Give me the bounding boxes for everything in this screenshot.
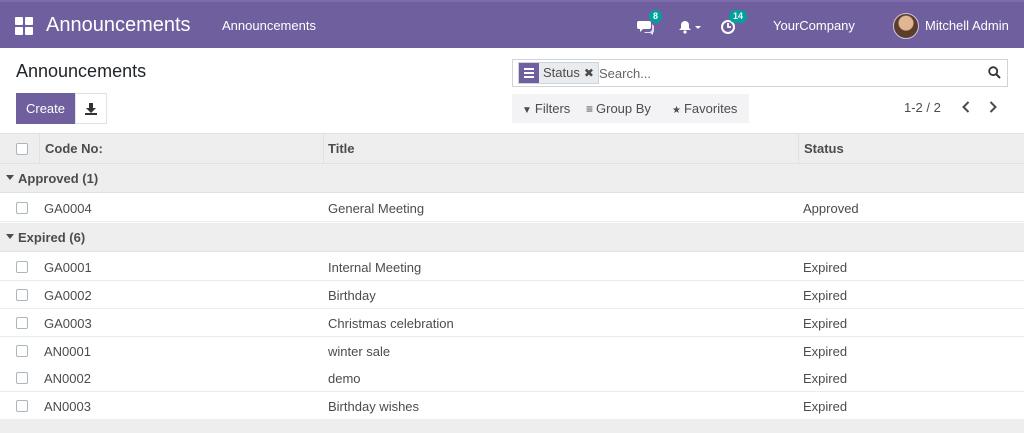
search-icon[interactable] [988,66,1001,79]
pager-value[interactable]: 1-2 / 2 [904,100,941,115]
cell-title: demo [328,371,361,386]
cell-code: GA0004 [44,201,92,216]
table-row[interactable]: GA0002 Birthday Expired [0,281,1024,309]
export-button[interactable] [75,93,107,124]
group-label: Approved (1) [18,171,99,186]
search-bar: Status ✖ [512,59,1008,87]
page-title: Announcements [16,61,147,81]
group-by-label: Group By [596,101,651,116]
download-icon [85,102,97,115]
create-button[interactable]: Create [16,93,75,124]
cell-status: Expired [803,316,848,331]
cell-title: Birthday [328,288,376,303]
messages-count-badge: 8 [649,10,663,23]
column-divider [323,134,324,164]
favorites-dropdown[interactable]: ★ Favorites [672,101,737,116]
filter-icon: ▼ [522,105,532,116]
cell-code: GA0001 [44,260,92,275]
apps-menu-icon[interactable] [15,17,33,35]
row-checkbox[interactable] [16,202,28,214]
table-row[interactable]: GA0003 Christmas celebration Expired [0,309,1024,337]
facet-label: Status [543,65,580,80]
row-checkbox[interactable] [16,400,28,412]
chevron-right-icon [989,101,997,113]
row-checkbox[interactable] [16,261,28,273]
table-row[interactable]: GA0004 General Meeting Approved [0,194,1024,222]
cell-status: Expired [803,344,848,359]
caret-down-icon [6,175,14,180]
row-checkbox[interactable] [16,372,28,384]
cell-status: Expired [803,260,848,275]
column-header-status[interactable]: Status [804,141,844,156]
table-row[interactable]: AN0003 Birthday wishes Expired [0,392,1024,420]
user-menu[interactable]: Mitchell Admin [925,18,1009,33]
pager-next-button[interactable] [985,98,1001,116]
row-checkbox[interactable] [16,317,28,329]
column-divider [798,134,799,164]
column-header-title[interactable]: Title [328,141,355,156]
status-facet[interactable]: Status ✖ [518,62,599,84]
cell-code: GA0003 [44,316,92,331]
company-switcher[interactable]: YourCompany [773,18,855,33]
facet-remove-icon[interactable]: ✖ [584,63,598,83]
cell-status: Expired [803,371,848,386]
group-row-expired[interactable]: Expired (6) [0,223,1024,252]
row-checkbox[interactable] [16,289,28,301]
cell-status: Expired [803,288,848,303]
top-navbar: Announcements Announcements 8 14 YourCom… [0,0,1024,48]
select-all-checkbox[interactable] [16,143,28,155]
column-divider [39,134,40,164]
cell-title: Internal Meeting [328,260,422,275]
chevron-left-icon [962,101,970,113]
group-by-icon [519,63,539,83]
table-header: Code No: Title Status [0,133,1024,164]
app-title: Announcements [46,14,191,36]
table-row[interactable]: AN0001 winter sale Expired [0,337,1024,365]
cell-code: AN0003 [44,399,91,414]
cell-title: winter sale [328,344,391,359]
cell-title: Christmas celebration [328,316,454,331]
cell-code: AN0002 [44,371,91,386]
search-options: ▼ Filters ≡ Group By ★ Favorites [512,94,749,123]
activities-count-badge: 14 [729,10,748,23]
user-avatar[interactable] [893,13,919,39]
star-icon: ★ [672,105,681,116]
cell-code: GA0002 [44,288,92,303]
filters-label: Filters [534,101,571,116]
cell-title: Birthday wishes [328,399,420,414]
cell-status: Expired [803,399,848,414]
caret-down-icon [6,234,14,239]
group-label: Expired (6) [18,230,86,245]
list-icon: ≡ [586,102,594,116]
bell-icon [679,21,701,34]
filters-dropdown[interactable]: ▼ Filters [522,101,570,116]
pager-previous-button[interactable] [958,98,974,116]
table-footer [0,419,1024,433]
cell-code: AN0001 [44,344,91,359]
group-row-approved[interactable]: Approved (1) [0,164,1024,193]
table-row[interactable]: GA0001 Internal Meeting Expired [0,253,1024,281]
group-by-dropdown[interactable]: ≡ Group By [586,101,651,116]
favorites-label: Favorites [683,101,738,116]
menu-item-announcements[interactable]: Announcements [222,18,316,33]
table-row[interactable]: AN0002 demo Expired [0,364,1024,392]
cell-status: Approved [803,201,859,216]
search-input[interactable] [599,63,979,83]
column-header-code[interactable]: Code No: [45,141,103,156]
row-checkbox[interactable] [16,345,28,357]
cell-title: General Meeting [328,201,425,216]
